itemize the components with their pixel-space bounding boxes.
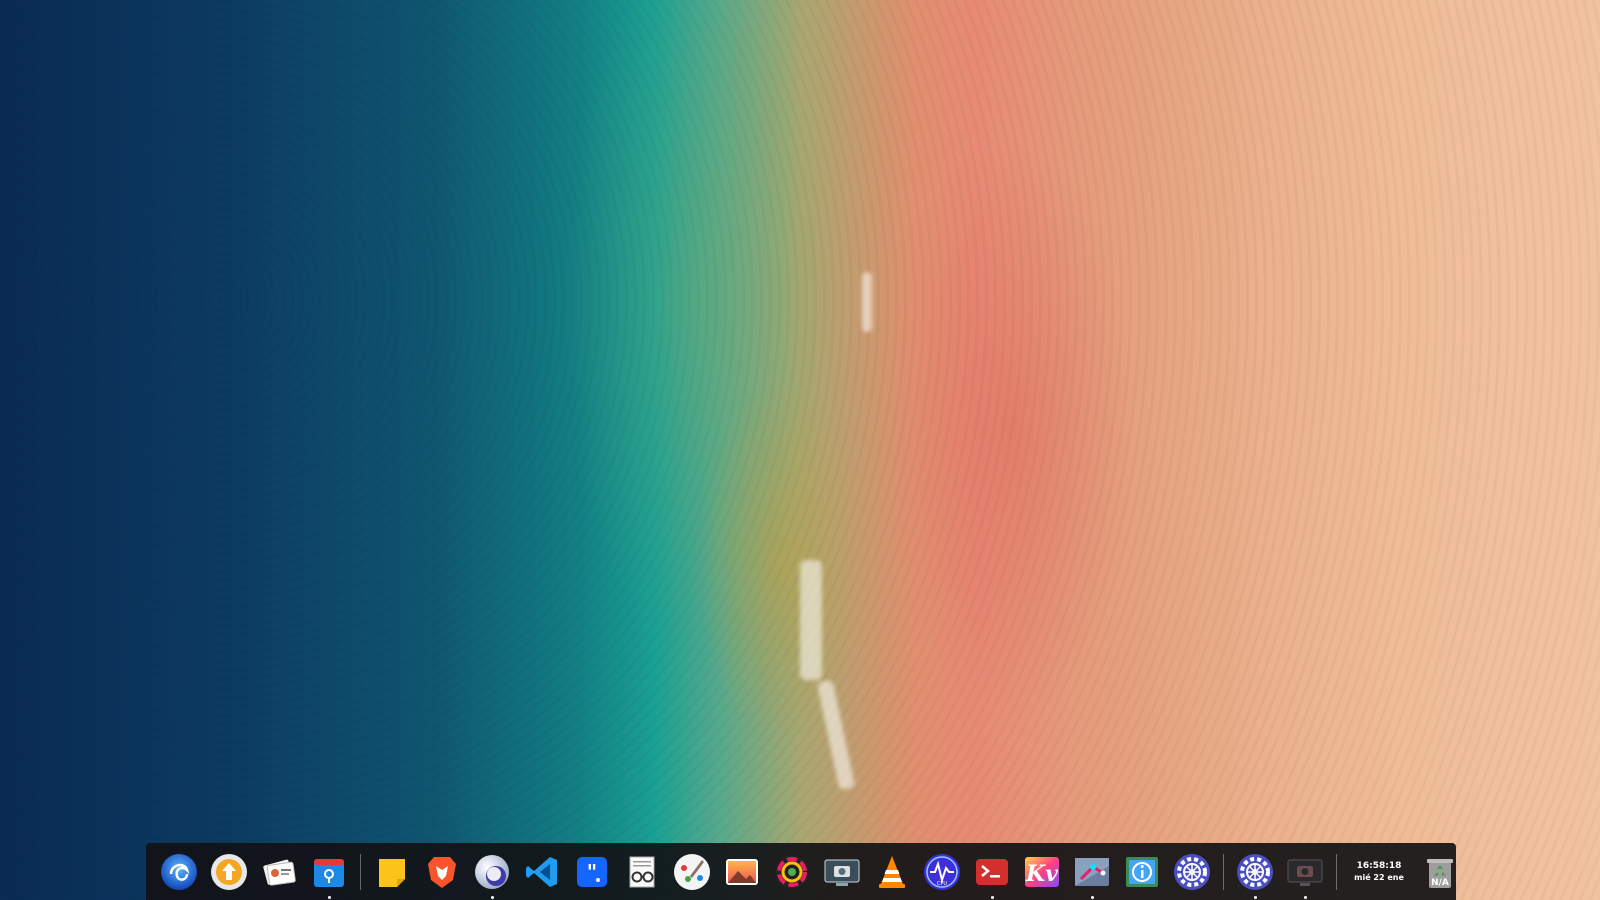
dock-trash[interactable]: N/A [1419, 851, 1461, 893]
dock-app-vscode[interactable] [521, 851, 563, 893]
screenshot-icon [824, 859, 860, 886]
color-picker-icon [775, 854, 809, 889]
screen-recorder-icon [1287, 859, 1323, 886]
dock-app-system-info[interactable] [1121, 851, 1163, 893]
dock-app-contacts[interactable] [258, 851, 300, 893]
sticky-notes-icon [379, 858, 405, 887]
dock-app-kivy[interactable]: Kv [1021, 851, 1063, 893]
svg-text:CPU: CPU [937, 881, 948, 887]
software-update-icon [211, 853, 247, 890]
settings-gear-running-icon [1237, 853, 1273, 890]
dock-app-quotes[interactable]: " [571, 851, 613, 893]
app-store-icon [314, 858, 344, 887]
wallpaper-texture [0, 0, 1600, 900]
clock-date: mié 22 ene [1354, 872, 1404, 882]
svg-text:Kv: Kv [1025, 861, 1058, 887]
dock-app-sticky-notes[interactable] [371, 851, 413, 893]
terminal-icon [976, 858, 1008, 885]
dock-app-git-tool[interactable] [1071, 851, 1113, 899]
contacts-card-icon [263, 859, 296, 886]
system-info-icon [1126, 856, 1158, 887]
launcher-icon [161, 853, 197, 890]
brave-browser-icon [428, 856, 456, 888]
dock-app-vlc[interactable] [871, 851, 913, 893]
document-viewer-icon [629, 856, 655, 887]
photo-viewer-icon [726, 858, 758, 885]
dock-app-cpu-monitor[interactable]: CPU [921, 851, 963, 893]
clock-time: 16:58:18 [1356, 860, 1402, 871]
kivy-icon: Kv [1025, 856, 1059, 887]
dock-app-paint[interactable] [671, 851, 713, 893]
planet-browser-icon [475, 854, 509, 889]
dock: " CPU Kv 16:58:18 mié 22 ene N/A [146, 843, 1456, 900]
dock-app-settings[interactable] [1171, 851, 1213, 893]
dock-separator [1223, 853, 1224, 890]
dock-app-screen-recorder[interactable] [1284, 851, 1326, 899]
dock-app-brave[interactable] [421, 851, 463, 893]
svg-text:": " [587, 860, 597, 884]
dock-app-planet-browser[interactable] [471, 851, 513, 899]
dock-app-photos[interactable] [721, 851, 763, 893]
dock-app-terminal[interactable] [971, 851, 1013, 899]
dock-app-store[interactable] [308, 851, 350, 899]
dock-app-screenshot[interactable] [821, 851, 863, 893]
dock-app-software-update[interactable] [208, 851, 250, 893]
dock-separator [1336, 853, 1337, 890]
git-tool-icon [1075, 857, 1109, 886]
vlc-icon [879, 855, 905, 888]
dock-app-color-picker[interactable] [771, 851, 813, 893]
dock-app-settings-running[interactable] [1234, 851, 1276, 899]
wave-foam [862, 272, 872, 332]
dock-separator [360, 853, 361, 890]
wave-foam [816, 679, 856, 791]
cpu-monitor-icon: CPU [924, 853, 960, 890]
wave-foam [800, 560, 822, 680]
dock-clock[interactable]: 16:58:18 mié 22 ene [1349, 860, 1409, 884]
settings-gear-icon [1174, 853, 1210, 890]
desktop-wallpaper: " CPU Kv 16:58:18 mié 22 ene N/A [0, 0, 1600, 900]
vscode-icon [526, 856, 557, 887]
quotes-app-icon: " [577, 856, 607, 887]
trash-status-label: N/A [1431, 877, 1449, 888]
dock-app-document-viewer[interactable] [621, 851, 663, 893]
dock-app-launcher[interactable] [158, 851, 200, 893]
paint-app-icon [674, 853, 710, 890]
